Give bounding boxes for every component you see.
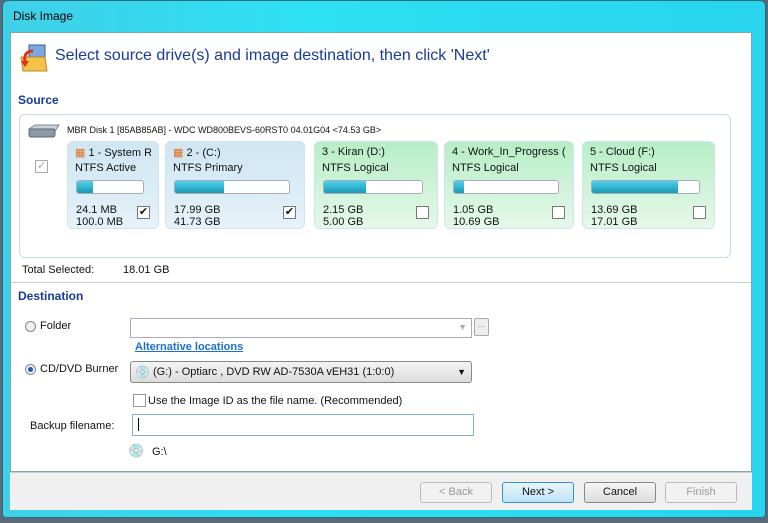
browse-button[interactable]: ... [474, 318, 489, 336]
partition-checkbox[interactable] [552, 206, 565, 219]
total-size: 5.00 GB [323, 216, 364, 228]
total-selected-label: Total Selected: [22, 264, 95, 276]
windows-logo-icon: ▦ [173, 147, 187, 159]
partition-type: NTFS Primary [173, 162, 243, 174]
usage-bar-fill [454, 181, 465, 193]
partition-sizes: 17.99 GB 41.73 GB [174, 204, 220, 228]
hard-disk-icon [27, 124, 60, 138]
used-size: 24.1 MB [76, 204, 117, 216]
partition-card[interactable]: ▦ 1 - System Re NTFS Active 24.1 MB100.0 M… [67, 141, 159, 229]
dropdown-arrow-icon: ▼ [457, 367, 466, 377]
usage-bar [453, 180, 559, 194]
cd-dvd-burner-label: CD/DVD Burner [40, 363, 119, 375]
next-button[interactable]: Next > [502, 482, 574, 503]
partition-name: ▦ 2 - (C:) [173, 146, 297, 160]
windows-logo-icon: ▦ [75, 147, 89, 159]
burner-value: (G:) - Optiarc , DVD RW AD-7530A vEH31 (… [153, 366, 395, 378]
partition-type: NTFS Logical [452, 162, 519, 174]
destination-path: G:\ [152, 446, 167, 458]
divider [11, 282, 751, 283]
folder-combobox[interactable]: ▼ [130, 318, 472, 338]
partition-type: NTFS Logical [590, 162, 657, 174]
source-label: Source [18, 93, 59, 107]
cd-drive-icon: 💿 [128, 443, 145, 458]
backup-filename-input[interactable] [132, 414, 474, 436]
partition-name-text: 4 - Work_In_Progress (E:) [452, 146, 566, 158]
cd-dvd-burner-radio[interactable] [25, 364, 36, 375]
total-size: 17.01 GB [591, 216, 638, 228]
partition-name: 4 - Work_In_Progress (E:) [452, 146, 566, 160]
use-image-id-label: Use the Image ID as the file name. (Reco… [148, 395, 403, 407]
cd-drive-icon: 💿 [135, 365, 150, 379]
usage-bar-fill [324, 181, 367, 193]
total-size: 41.73 GB [174, 216, 221, 228]
partition-sizes: 1.05 GB 10.69 GB [453, 204, 499, 228]
cancel-button[interactable]: Cancel [584, 482, 656, 503]
partition-sizes: 2.15 GB 5.00 GB [323, 204, 363, 228]
usage-bar [323, 180, 423, 194]
partition-checkbox[interactable]: ✔ [283, 206, 296, 219]
folder-label: Folder [40, 320, 72, 332]
partition-sizes: 13.69 GB 17.01 GB [591, 204, 637, 228]
window-title: Disk Image [13, 9, 74, 23]
partition-name: 3 - Kiran (D:) [322, 146, 430, 160]
usage-bar [76, 180, 144, 194]
partition-card[interactable]: ▦ 2 - (C:) NTFS Primary 17.99 GB 41.73 GB ✔ [165, 141, 305, 229]
finish-button[interactable]: Finish [665, 482, 737, 503]
use-image-id-checkbox[interactable] [133, 394, 146, 407]
usage-bar-fill [592, 181, 678, 193]
alternative-locations-link[interactable]: Alternative locations [135, 341, 243, 353]
partition-checkbox[interactable] [416, 206, 429, 219]
partition-checkbox[interactable] [693, 206, 706, 219]
usage-bar [174, 180, 290, 194]
text-cursor [138, 418, 139, 431]
partition-card[interactable]: 4 - Work_In_Progress (E:) NTFS Logical 1.0… [444, 141, 574, 229]
disk-checkbox[interactable]: ✓ [35, 160, 48, 173]
used-size: 13.69 GB [591, 204, 638, 216]
partition-name-text: 2 - (C:) [186, 147, 221, 159]
partition-name: 5 - Cloud (F:) [590, 146, 707, 160]
folder-radio[interactable] [25, 321, 36, 332]
partition-type: NTFS Active [75, 162, 137, 174]
partition-name-text: 5 - Cloud (F:) [590, 146, 655, 158]
partition-card[interactable]: 3 - Kiran (D:) NTFS Logical 2.15 GB 5.00 GB [314, 141, 438, 229]
partition-name: ▦ 1 - System Re [75, 146, 151, 160]
burner-select[interactable]: 💿 (G:) - Optiarc , DVD RW AD-7530A vEH31… [130, 361, 472, 383]
backup-filename-label: Backup filename: [30, 420, 115, 432]
used-size: 17.99 GB [174, 204, 221, 216]
disk-image-icon [20, 44, 48, 72]
back-button[interactable]: < Back [420, 482, 492, 503]
usage-bar-fill [175, 181, 225, 193]
total-size: 10.69 GB [453, 216, 500, 228]
used-size: 2.15 GB [323, 204, 364, 216]
partition-card[interactable]: 5 - Cloud (F:) NTFS Logical 13.69 GB 17.01 … [582, 141, 715, 229]
usage-bar-fill [77, 181, 93, 193]
partition-type: NTFS Logical [322, 162, 389, 174]
partition-name-text: 3 - Kiran (D:) [322, 146, 385, 158]
usage-bar [591, 180, 700, 194]
page-heading: Select source drive(s) and image destina… [55, 47, 490, 64]
total-selected-value: 18.01 GB [123, 264, 170, 276]
button-bar: < Back Next > Cancel Finish [10, 472, 752, 510]
partition-sizes: 24.1 MB 100.0 MB [76, 204, 123, 228]
partition-name-text: 1 - System Re [88, 147, 151, 159]
dropdown-arrow-icon: ▼ [458, 322, 467, 332]
disk-label: MBR Disk 1 [85AB85AB] - WDC WD800BEVS-60… [67, 125, 382, 135]
partition-checkbox[interactable]: ✔ [137, 206, 150, 219]
total-size: 100.0 MB [76, 216, 124, 228]
used-size: 1.05 GB [453, 204, 494, 216]
destination-label: Destination [18, 289, 84, 303]
dialog-content: Select source drive(s) and image destina… [10, 32, 752, 472]
